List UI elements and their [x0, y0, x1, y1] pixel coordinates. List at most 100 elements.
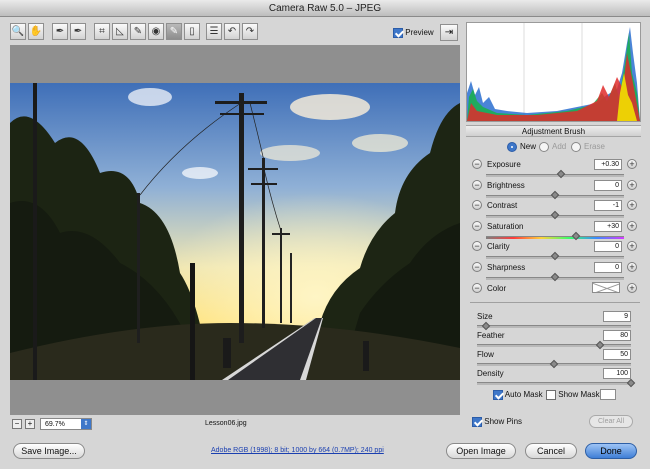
exposure-field[interactable]: +0.30: [594, 159, 622, 170]
straighten-tool-icon[interactable]: ◺: [112, 23, 128, 40]
auto-mask-label: Auto Mask: [504, 390, 543, 399]
size-slider-thumb[interactable]: [481, 321, 491, 331]
zoom-out-button[interactable]: −: [12, 419, 22, 429]
minus-icon[interactable]: −: [472, 241, 482, 251]
plus-icon[interactable]: +: [627, 180, 637, 190]
plus-icon[interactable]: +: [627, 159, 637, 169]
mode-add-radio[interactable]: Add: [539, 141, 566, 153]
mode-erase-radio[interactable]: Erase: [571, 141, 605, 153]
density-slider[interactable]: [477, 382, 631, 385]
flow-label: Flow: [477, 350, 494, 359]
adjust-brightness: − Brightness 0 +: [472, 180, 637, 200]
minus-icon[interactable]: −: [472, 200, 482, 210]
divider: [470, 302, 640, 303]
show-mask-toggle[interactable]: Show Mask: [546, 389, 600, 400]
show-pins-toggle[interactable]: Show Pins: [472, 416, 522, 427]
panel-title: Adjustment Brush: [466, 125, 641, 137]
flow-slider-thumb[interactable]: [549, 359, 559, 369]
done-button[interactable]: Done: [585, 443, 637, 459]
clarity-label: Clarity: [487, 242, 510, 251]
adjust-clarity: − Clarity 0 +: [472, 241, 637, 261]
exposure-slider[interactable]: [486, 174, 624, 177]
toggle-fullscreen-button[interactable]: ⇥: [440, 24, 458, 41]
rotate-left-tool-icon[interactable]: ↶: [224, 23, 240, 40]
feather-slider[interactable]: [477, 344, 631, 347]
minus-icon[interactable]: −: [472, 159, 482, 169]
density-slider-thumb[interactable]: [626, 378, 636, 388]
clarity-field[interactable]: 0: [594, 241, 622, 252]
preferences-tool-icon[interactable]: ☰: [206, 23, 222, 40]
workflow-options-link[interactable]: Adobe RGB (1998); 8 bit; 1000 by 664 (0.…: [211, 447, 384, 454]
show-pins-checkbox[interactable]: [472, 416, 482, 427]
minus-icon[interactable]: −: [472, 221, 482, 231]
mode-erase-label: Erase: [584, 142, 605, 151]
size-field[interactable]: 9: [603, 311, 631, 322]
exposure-label: Exposure: [487, 160, 521, 169]
zoom-tool-icon[interactable]: 🔍: [10, 23, 26, 40]
color-label: Color: [487, 284, 507, 293]
status-bar: − + 69.7% ⇕ Lesson06.jpg: [10, 418, 460, 434]
plus-icon[interactable]: +: [627, 241, 637, 251]
photo-preview[interactable]: [10, 83, 460, 380]
minus-icon[interactable]: −: [472, 262, 482, 272]
adjust-sharpness: − Sharpness 0 +: [472, 262, 637, 282]
crop-tool-icon[interactable]: ⌗: [94, 23, 110, 40]
clear-all-button[interactable]: Clear All: [589, 415, 633, 428]
rotate-right-tool-icon[interactable]: ↷: [242, 23, 258, 40]
size-slider[interactable]: [477, 325, 631, 328]
density-label: Density: [477, 369, 504, 378]
zoom-in-button[interactable]: +: [25, 419, 35, 429]
graduated-filter-tool-icon[interactable]: ▯: [184, 23, 200, 40]
minus-icon[interactable]: −: [472, 180, 482, 190]
hand-tool-icon[interactable]: ✋: [28, 23, 44, 40]
open-image-button[interactable]: Open Image: [446, 443, 516, 459]
radio-dot-icon: [571, 141, 581, 152]
color-sampler-tool-icon[interactable]: ✒: [70, 23, 86, 40]
histogram: [466, 22, 641, 122]
mode-new-radio[interactable]: New: [507, 141, 536, 153]
mode-new-label: New: [520, 142, 537, 151]
plus-icon[interactable]: +: [627, 200, 637, 210]
saturation-field[interactable]: +30: [594, 221, 622, 232]
radio-dot-icon: [539, 141, 549, 152]
saturation-label: Saturation: [487, 222, 524, 231]
image-canvas[interactable]: [10, 45, 460, 415]
density-field[interactable]: 100: [603, 368, 631, 379]
file-name: Lesson06.jpg: [205, 420, 247, 427]
sharpness-field[interactable]: 0: [594, 262, 622, 273]
preview-checkbox[interactable]: [393, 27, 403, 38]
feather-field[interactable]: 80: [603, 330, 631, 341]
brightness-label: Brightness: [487, 181, 525, 190]
color-swatch[interactable]: [592, 282, 620, 293]
brush-mode-group: New Add Erase: [466, 141, 641, 153]
adjustment-brush-tool-icon[interactable]: ✎: [166, 23, 182, 40]
white-balance-tool-icon[interactable]: ✒: [52, 23, 68, 40]
auto-mask-checkbox[interactable]: [493, 389, 503, 400]
minus-icon[interactable]: −: [472, 283, 482, 293]
zoom-level-select[interactable]: 69.7% ⇕: [40, 418, 92, 430]
preview-toggle[interactable]: Preview: [393, 27, 434, 39]
brush-flow: Flow 50: [477, 349, 632, 369]
show-mask-label: Show Mask: [558, 390, 600, 399]
show-mask-checkbox[interactable]: [546, 389, 556, 400]
feather-slider-thumb[interactable]: [595, 340, 605, 350]
spot-removal-tool-icon[interactable]: ✎: [130, 23, 146, 40]
brush-density: Density 100: [477, 368, 636, 388]
preview-label: Preview: [405, 28, 434, 37]
plus-icon[interactable]: +: [627, 221, 637, 231]
size-label: Size: [477, 312, 493, 321]
histogram-graph: [467, 23, 640, 121]
cancel-button[interactable]: Cancel: [525, 443, 577, 459]
plus-icon[interactable]: +: [627, 262, 637, 272]
contrast-field[interactable]: -1: [594, 200, 622, 211]
brush-feather: Feather 80: [477, 330, 632, 350]
flow-field[interactable]: 50: [603, 349, 631, 360]
plus-icon[interactable]: +: [627, 283, 637, 293]
red-eye-tool-icon[interactable]: ◉: [148, 23, 164, 40]
saturation-slider[interactable]: [486, 236, 624, 239]
auto-mask-toggle[interactable]: Auto Mask: [493, 389, 543, 400]
brightness-field[interactable]: 0: [594, 180, 622, 191]
mask-color-swatch[interactable]: [600, 389, 616, 400]
save-image-button[interactable]: Save Image...: [13, 443, 85, 459]
feather-label: Feather: [477, 331, 505, 340]
